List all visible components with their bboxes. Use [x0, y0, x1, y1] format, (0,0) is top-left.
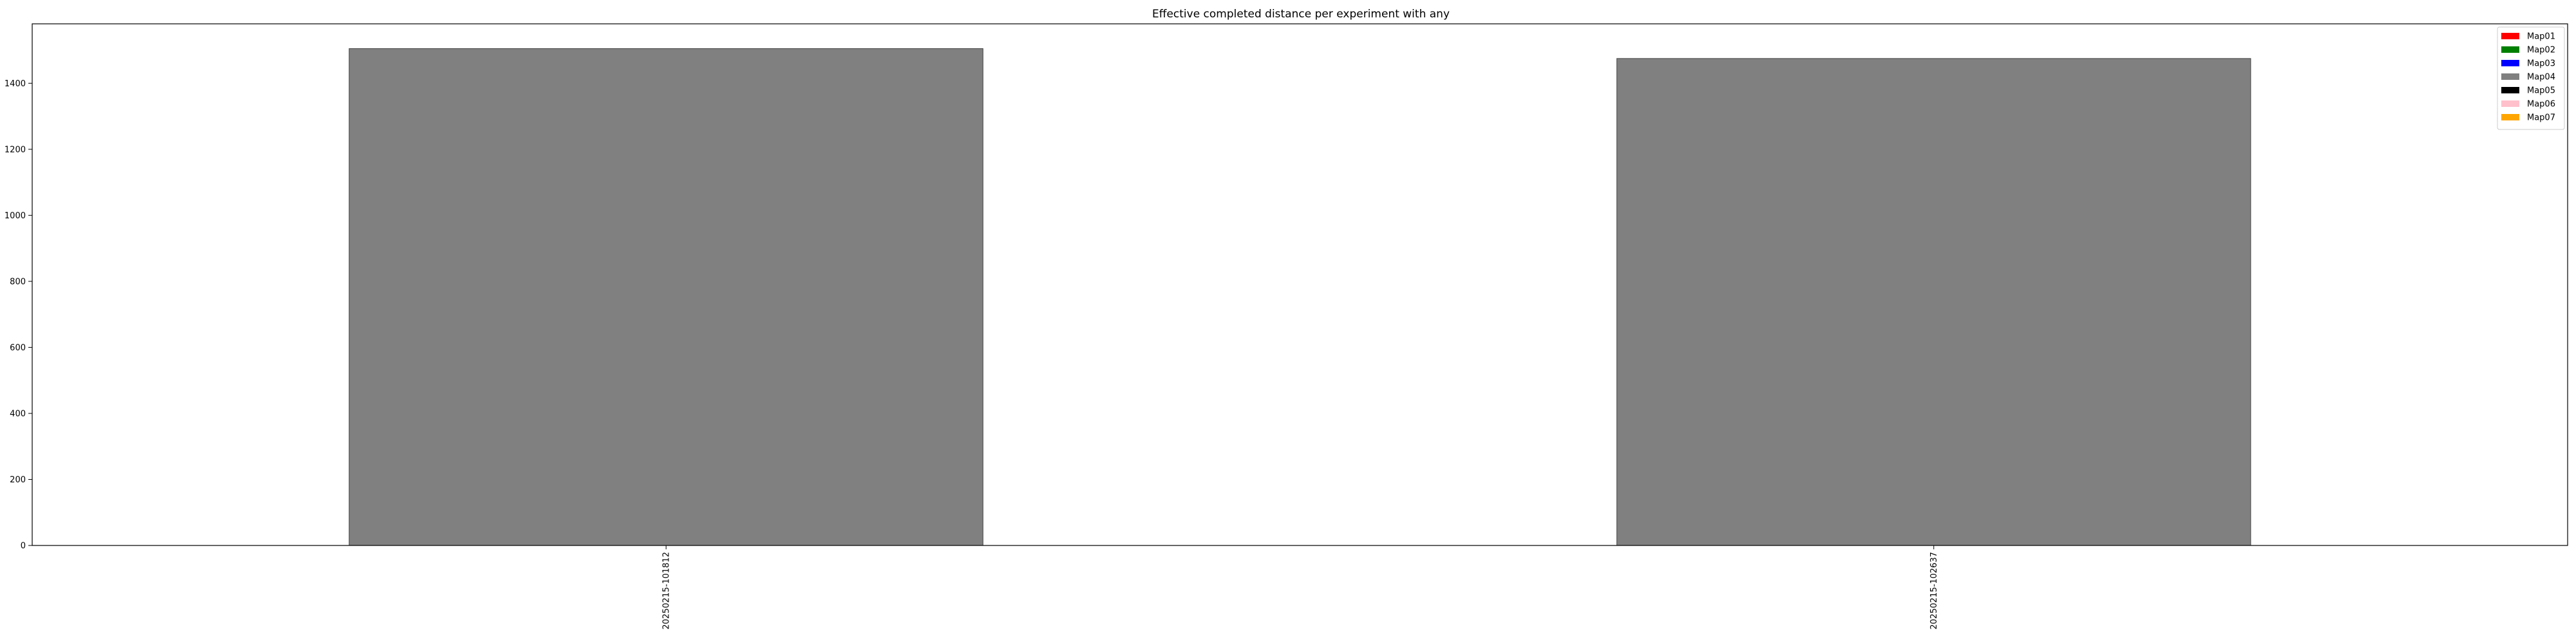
legend-swatch-map06 [2501, 100, 2519, 107]
chart-title: Effective completed distance per experim… [1152, 8, 1450, 21]
y-tick-label: 1400 [5, 79, 26, 89]
y-tick-label: 400 [10, 409, 26, 419]
bar-map04-1 [1616, 58, 2251, 546]
bars-group [348, 48, 2251, 546]
y-tick-label: 0 [21, 542, 26, 551]
legend-label-map05: Map05 [2527, 86, 2555, 96]
legend-swatch-map04 [2501, 73, 2519, 80]
legend-label-map02: Map02 [2527, 46, 2555, 55]
x-tick-label: 20250215-101812 [661, 552, 671, 630]
legend-label-map01: Map01 [2527, 32, 2555, 42]
legend-swatch-map07 [2501, 114, 2519, 120]
legend: Map01 Map02 Map03 Map04 Map05 Map06 Map07 [2497, 26, 2565, 130]
legend-swatch-map02 [2501, 46, 2519, 53]
legend-swatch-map03 [2501, 60, 2519, 66]
y-tick-label: 1200 [5, 145, 26, 155]
chart: Effective completed distance per experim… [5, 8, 2568, 630]
y-tick-label: 800 [10, 277, 26, 287]
y-axis: 0 200 400 600 800 1000 1200 1400 [5, 79, 32, 551]
legend-label-map04: Map04 [2527, 73, 2555, 82]
legend-label-map07: Map07 [2527, 113, 2555, 123]
y-tick-label: 1000 [5, 211, 26, 221]
legend-swatch-map01 [2501, 33, 2519, 39]
y-tick-label: 200 [10, 475, 26, 485]
legend-label-map03: Map03 [2527, 59, 2555, 69]
x-axis: 20250215-101812 20250215-102637 [661, 545, 1939, 630]
y-tick-label: 600 [10, 343, 26, 353]
legend-label-map06: Map06 [2527, 100, 2555, 109]
x-tick-label: 20250215-102637 [1929, 552, 1939, 630]
bar-map04-0 [348, 48, 983, 546]
legend-swatch-map05 [2501, 87, 2519, 93]
